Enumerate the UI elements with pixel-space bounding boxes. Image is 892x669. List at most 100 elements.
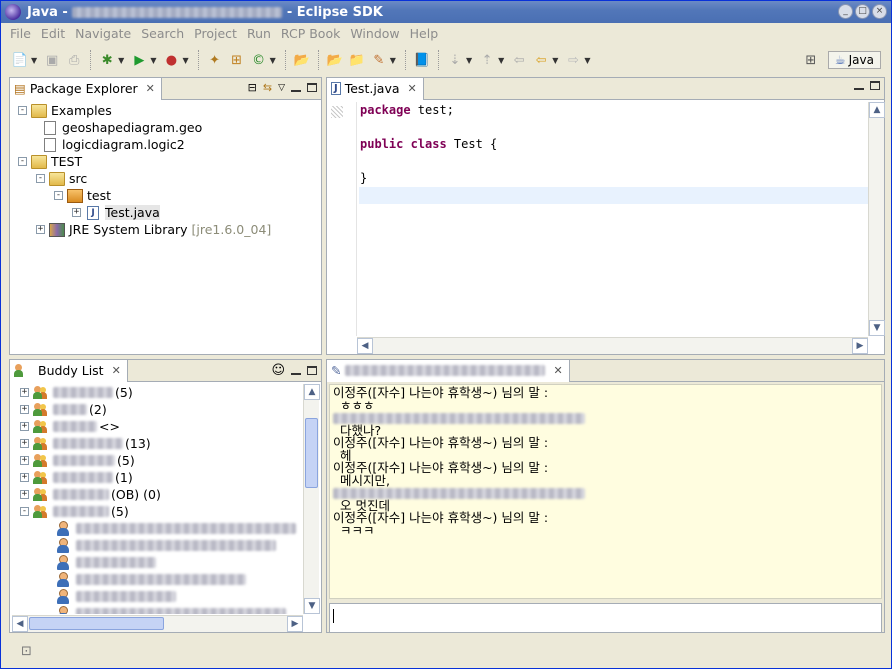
buddy-item[interactable] bbox=[10, 554, 303, 571]
expand-icon[interactable]: + bbox=[20, 422, 29, 431]
new-icon[interactable]: 📄 bbox=[11, 51, 29, 69]
expand-icon[interactable]: + bbox=[20, 388, 29, 397]
editor-vertical-scrollbar[interactable]: ▲ ▼ bbox=[868, 102, 885, 336]
tab-test-java[interactable]: J Test.java ✕ bbox=[327, 77, 424, 100]
buddy-item[interactable] bbox=[10, 588, 303, 605]
collapse-icon[interactable]: - bbox=[18, 157, 27, 166]
buddy-horizontal-scrollbar[interactable]: ◀ ▶ bbox=[12, 615, 303, 632]
last-edit-icon[interactable]: ⇦ bbox=[510, 51, 528, 69]
fast-view-icon[interactable]: ⊡ bbox=[21, 644, 32, 659]
buddy-item[interactable] bbox=[10, 520, 303, 537]
view-menu-icon[interactable]: ▽ bbox=[278, 83, 285, 93]
scroll-up-icon[interactable]: ▲ bbox=[304, 384, 320, 400]
external-tools-icon[interactable]: ● bbox=[162, 51, 180, 69]
expand-icon[interactable]: + bbox=[20, 490, 29, 499]
tab-buddy-list[interactable]: Buddy List ✕ bbox=[10, 359, 128, 382]
expand-icon[interactable]: + bbox=[36, 225, 45, 234]
chevron-down-icon[interactable]: ▼ bbox=[182, 56, 188, 65]
tree-item-file[interactable]: geoshapediagram.geo bbox=[10, 119, 321, 136]
expand-icon[interactable]: + bbox=[20, 439, 29, 448]
maximize-button[interactable]: □ bbox=[855, 4, 870, 19]
buddy-group[interactable]: + (5) bbox=[10, 384, 303, 401]
close-icon[interactable]: ✕ bbox=[112, 364, 121, 377]
scroll-up-icon[interactable]: ▲ bbox=[869, 102, 885, 118]
maximize-view-button[interactable] bbox=[307, 366, 317, 375]
expand-icon[interactable]: + bbox=[72, 208, 81, 217]
forward-arrow-icon[interactable]: ⇨ bbox=[564, 51, 582, 69]
open-perspective-icon[interactable]: ⊞ bbox=[802, 51, 820, 69]
chevron-down-icon[interactable]: ▼ bbox=[150, 56, 156, 65]
chevron-down-icon[interactable]: ▼ bbox=[584, 56, 590, 65]
scroll-left-icon[interactable]: ◀ bbox=[357, 338, 373, 354]
scroll-thumb[interactable] bbox=[29, 617, 164, 630]
expand-icon[interactable]: + bbox=[20, 473, 29, 482]
pen-icon[interactable]: ✎ bbox=[370, 51, 388, 69]
tree-item-java-file[interactable]: + J Test.java bbox=[10, 204, 321, 221]
expand-icon[interactable]: + bbox=[20, 405, 29, 414]
chevron-down-icon[interactable]: ▼ bbox=[552, 56, 558, 65]
minimize-view-button[interactable] bbox=[291, 89, 301, 92]
buddy-group[interactable]: + (2) bbox=[10, 401, 303, 418]
tree-item-examples[interactable]: - Examples bbox=[10, 102, 321, 119]
close-icon[interactable]: ✕ bbox=[146, 82, 155, 95]
next-annotation-icon[interactable]: ⇣ bbox=[446, 51, 464, 69]
tree-item-package[interactable]: - test bbox=[10, 187, 321, 204]
back-arrow-icon[interactable]: ⇦ bbox=[532, 51, 550, 69]
menu-help[interactable]: Help bbox=[405, 26, 444, 41]
scroll-down-icon[interactable]: ▼ bbox=[304, 598, 320, 614]
collapse-icon[interactable]: - bbox=[36, 174, 45, 183]
minimize-view-button[interactable] bbox=[291, 372, 301, 375]
collapse-icon[interactable]: - bbox=[18, 106, 27, 115]
run-icon[interactable]: ▶ bbox=[130, 51, 148, 69]
minimize-button[interactable]: _ bbox=[838, 4, 853, 19]
buddy-group-expanded[interactable]: - (5) bbox=[10, 503, 303, 520]
close-button[interactable]: × bbox=[872, 4, 887, 19]
chevron-down-icon[interactable]: ▼ bbox=[390, 56, 396, 65]
buddy-vertical-scrollbar[interactable]: ▲ ▼ bbox=[303, 384, 320, 614]
save-icon[interactable]: ▣ bbox=[43, 51, 61, 69]
prev-annotation-icon[interactable]: ⇡ bbox=[478, 51, 496, 69]
open-folder-icon[interactable]: 📂 bbox=[326, 51, 344, 69]
tree-item-file[interactable]: logicdiagram.logic2 bbox=[10, 136, 321, 153]
buddy-item[interactable] bbox=[10, 605, 303, 614]
debug-icon[interactable]: ✱ bbox=[98, 51, 116, 69]
chevron-down-icon[interactable]: ▼ bbox=[31, 56, 37, 65]
menu-rcp-book[interactable]: RCP Book bbox=[276, 26, 345, 41]
close-icon[interactable]: ✕ bbox=[408, 82, 417, 95]
menu-project[interactable]: Project bbox=[189, 26, 242, 41]
title-bar[interactable]: Java - - Eclipse SDK _ □ × bbox=[1, 1, 891, 23]
scroll-down-icon[interactable]: ▼ bbox=[869, 320, 885, 336]
chat-input[interactable] bbox=[329, 603, 882, 633]
open-type-icon[interactable]: 📂 bbox=[293, 51, 311, 69]
buddy-group[interactable]: + (OB) (0) bbox=[10, 486, 303, 503]
buddy-item[interactable] bbox=[10, 537, 303, 554]
book-icon[interactable]: 📘 bbox=[413, 51, 431, 69]
java-perspective-button[interactable]: ☕ Java bbox=[827, 51, 881, 69]
new-class-icon[interactable]: © bbox=[250, 51, 268, 69]
print-icon[interactable]: ⎙ bbox=[65, 51, 83, 69]
code-editor[interactable]: package test; public class Test { } bbox=[327, 102, 868, 336]
scroll-left-icon[interactable]: ◀ bbox=[12, 616, 28, 632]
close-icon[interactable]: ✕ bbox=[553, 364, 562, 377]
status-face-icon[interactable]: ☺ bbox=[271, 363, 285, 378]
scroll-thumb[interactable] bbox=[305, 418, 318, 488]
menu-search[interactable]: Search bbox=[136, 26, 189, 41]
new-java-project-icon[interactable]: ✦ bbox=[206, 51, 224, 69]
collapse-icon[interactable]: - bbox=[54, 191, 63, 200]
buddy-group[interactable]: + (1) bbox=[10, 469, 303, 486]
tab-package-explorer[interactable]: ▤ Package Explorer ✕ bbox=[10, 77, 162, 100]
chevron-down-icon[interactable]: ▼ bbox=[270, 56, 276, 65]
buddy-group[interactable]: + (5) bbox=[10, 452, 303, 469]
search-icon[interactable]: 📁 bbox=[348, 51, 366, 69]
menu-file[interactable]: File bbox=[5, 26, 36, 41]
maximize-view-button[interactable] bbox=[307, 83, 317, 92]
editor-horizontal-scrollbar[interactable]: ◀ ▶ bbox=[357, 337, 868, 354]
link-editor-icon[interactable]: ⇆ bbox=[263, 81, 272, 94]
menu-run[interactable]: Run bbox=[242, 26, 276, 41]
tree-item-test-project[interactable]: - TEST bbox=[10, 153, 321, 170]
buddy-group[interactable]: + (13) bbox=[10, 435, 303, 452]
tab-chat[interactable]: ✎ ✕ bbox=[327, 359, 570, 382]
new-package-icon[interactable]: ⊞ bbox=[228, 51, 246, 69]
maximize-view-button[interactable] bbox=[870, 81, 880, 90]
menu-edit[interactable]: Edit bbox=[36, 26, 70, 41]
